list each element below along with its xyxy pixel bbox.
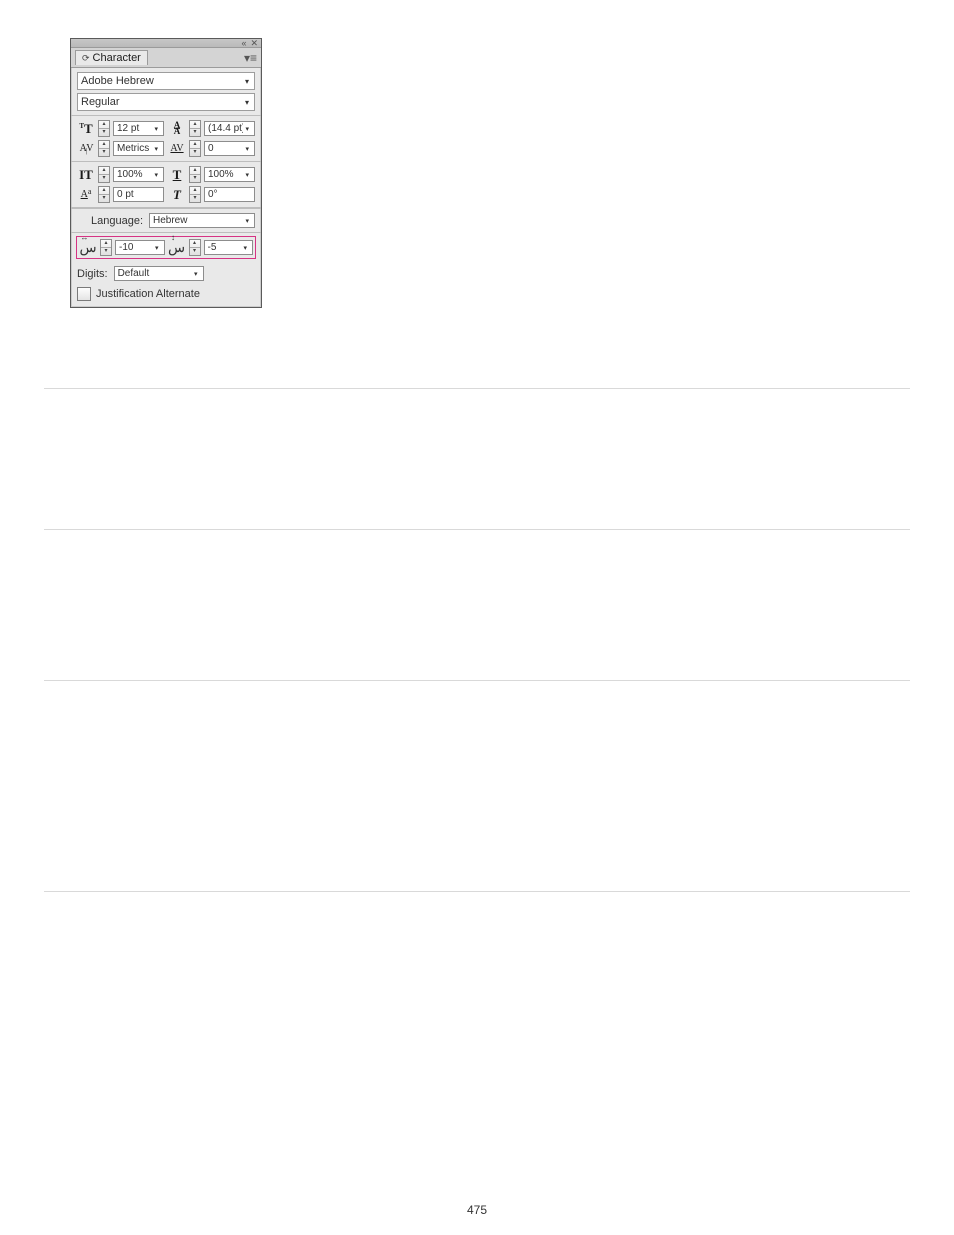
panel-menu-icon[interactable]: ▾≡ [244,51,257,65]
cycle-icon: ⟳ [82,53,90,64]
close-icon[interactable]: ✕ [250,39,258,48]
leading-stepper[interactable]: ▴▾ [189,120,201,137]
chevron-down-icon: ▾ [243,98,251,107]
collapse-icon[interactable]: « [241,39,246,48]
digits-field[interactable]: Default ▾ [114,266,204,281]
baseline-stepper[interactable]: ▴▾ [98,186,110,203]
panel-header-bar: « ✕ [71,39,261,48]
leading-value: (14.4 pt) [208,123,243,134]
kerning-field[interactable]: Metrics ▾ [113,141,164,156]
vscale-value: 100% [117,169,152,180]
chevron-down-icon: ▾ [152,125,160,133]
diacritic-v-field[interactable]: -5 ▾ [204,240,254,255]
diacritic-h-stepper[interactable]: ▴▾ [100,239,112,256]
font-size-icon: TT [77,121,95,137]
chevron-down-icon: ▾ [152,145,160,153]
diacritic-h-value: -10 [119,242,153,253]
size-kerning-section: TT ▴▾ 12 pt ▾ A A ▴▾ [71,116,261,162]
language-field[interactable]: Hebrew ▾ [149,213,255,228]
baseline-field[interactable]: 0 pt [113,187,164,202]
font-size-field[interactable]: 12 pt ▾ [113,121,164,136]
language-row: Language: Hebrew ▾ [71,208,261,233]
font-size-value: 12 pt [117,123,152,134]
diacritic-v-value: -5 [208,242,242,253]
page-number: 475 [0,1203,954,1217]
chevron-down-icon: ▾ [243,217,251,225]
hscale-value: 100% [208,169,243,180]
divider [44,529,910,530]
diacritic-row: ↔س ▴▾ -10 ▾ ↕س ▴▾ -5 ▾ [76,236,256,259]
leading-field[interactable]: (14.4 pt) ▾ [204,121,255,136]
diacritic-v-stepper[interactable]: ▴▾ [189,239,201,256]
horizontal-scale-icon: T [168,167,186,183]
font-family-value: Adobe Hebrew [81,75,243,87]
chevron-down-icon: ▾ [243,77,251,86]
language-value: Hebrew [153,215,243,226]
font-style-value: Regular [81,96,243,108]
chevron-down-icon: ▾ [243,125,251,133]
scale-section: IT ▴▾ 100% ▾ T ▴▾ 100% ▾ [71,162,261,208]
tracking-icon: AV [168,141,186,157]
divider [44,891,910,892]
vscale-stepper[interactable]: ▴▾ [98,166,110,183]
skew-value: 0° [208,189,251,200]
chevron-down-icon: ▾ [241,244,249,252]
justification-row: Justification Alternate [71,285,261,307]
tab-label: Character [93,52,141,64]
tracking-field[interactable]: 0 ▾ [204,141,255,156]
digits-value: Default [118,268,192,279]
vertical-scale-icon: IT [77,167,95,183]
baseline-shift-icon: Aa [77,187,95,203]
tracking-stepper[interactable]: ▴▾ [189,140,201,157]
tab-character[interactable]: ⟳ Character [75,50,148,65]
hscale-field[interactable]: 100% ▾ [204,167,255,182]
tab-bar: ⟳ Character ▾≡ [71,48,261,68]
chevron-down-icon: ▾ [192,270,200,278]
justification-label: Justification Alternate [96,288,200,300]
character-panel: « ✕ ⟳ Character ▾≡ Adobe Hebrew ▾ Regula… [70,38,262,308]
vscale-field[interactable]: 100% ▾ [113,167,164,182]
font-section: Adobe Hebrew ▾ Regular ▾ [71,68,261,116]
kerning-stepper[interactable]: ▴▾ [98,140,110,157]
kerning-value: Metrics [117,143,152,154]
skew-icon: T [168,187,186,203]
diacritic-h-icon: ↔س [79,240,97,256]
chevron-down-icon: ▾ [243,145,251,153]
font-size-stepper[interactable]: ▴▾ [98,120,110,137]
digits-row: Digits: Default ▾ [71,262,261,285]
kerning-icon: A|V [77,141,95,157]
skew-field[interactable]: 0° [204,187,255,202]
language-label: Language: [91,215,143,227]
skew-stepper[interactable]: ▴▾ [189,186,201,203]
diacritic-h-field[interactable]: -10 ▾ [115,240,165,255]
divider [44,388,910,389]
digits-label: Digits: [77,268,108,280]
justification-checkbox[interactable] [77,287,91,301]
chevron-down-icon: ▾ [153,244,161,252]
chevron-down-icon: ▾ [243,171,251,179]
tracking-value: 0 [208,143,243,154]
font-style-field[interactable]: Regular ▾ [77,93,255,111]
divider [44,680,910,681]
hscale-stepper[interactable]: ▴▾ [189,166,201,183]
leading-icon: A A [168,121,186,137]
baseline-value: 0 pt [117,189,160,200]
font-family-field[interactable]: Adobe Hebrew ▾ [77,72,255,90]
diacritic-v-icon: ↕س [168,240,186,256]
chevron-down-icon: ▾ [152,171,160,179]
